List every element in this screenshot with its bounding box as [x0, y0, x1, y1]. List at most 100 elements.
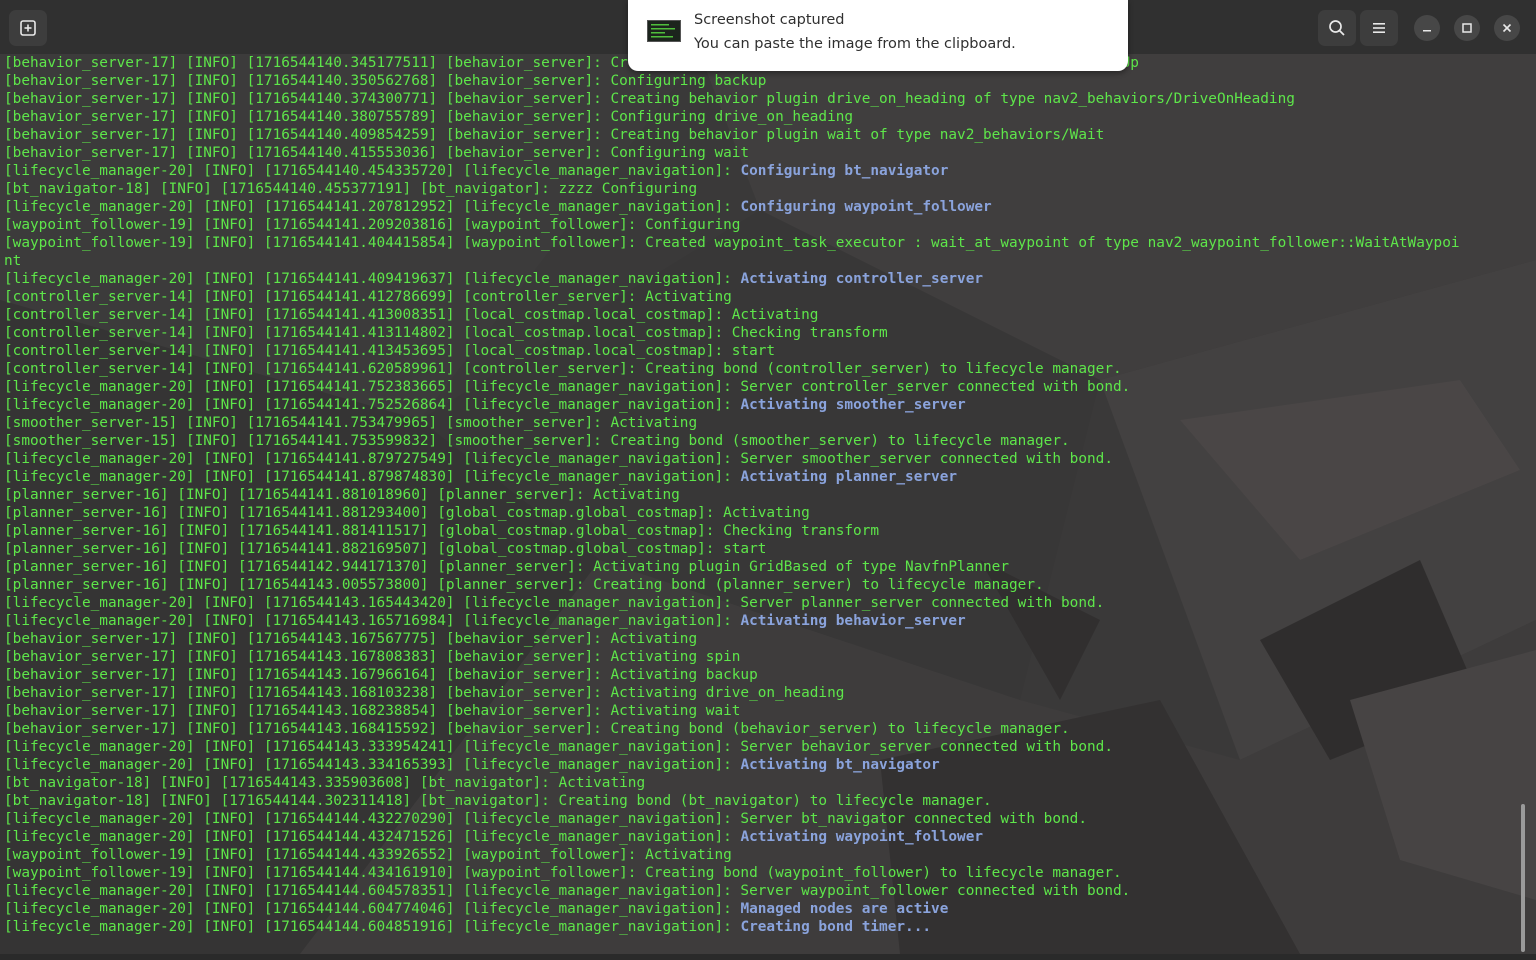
log-line-text: [behavior_server-17] [INFO] [1716544143.… [4, 703, 741, 719]
terminal-window: [behavior_server-17] [INFO] [1716544140.… [0, 0, 1536, 960]
log-line: [planner_server-16] [INFO] [1716544141.8… [4, 504, 1524, 522]
log-line-text: [planner_server-16] [INFO] [1716544141.8… [4, 523, 880, 539]
close-icon [1502, 23, 1512, 33]
menu-button[interactable] [1360, 10, 1398, 46]
log-line: [lifecycle_manager-20] [INFO] [171654414… [4, 882, 1524, 900]
log-line: [bt_navigator-18] [INFO] [1716544144.302… [4, 792, 1524, 810]
log-line-text: [lifecycle_manager-20] [INFO] [171654414… [4, 595, 1105, 611]
log-line: [lifecycle_manager-20] [INFO] [171654414… [4, 396, 1524, 414]
log-line-text: [behavior_server-17] [INFO] [1716544143.… [4, 631, 698, 647]
log-line: [planner_server-16] [INFO] [1716544143.0… [4, 576, 1524, 594]
log-line: [behavior_server-17] [INFO] [1716544140.… [4, 108, 1524, 126]
log-line: [planner_server-16] [INFO] [1716544141.8… [4, 522, 1524, 540]
log-line: [controller_server-14] [INFO] [171654414… [4, 342, 1524, 360]
notification-body: You can paste the image from the clipboa… [694, 36, 1016, 52]
log-line-text: [behavior_server-17] [INFO] [1716544143.… [4, 649, 741, 665]
log-line-highlight: Configuring waypoint_follower [740, 199, 992, 215]
log-line-text: [planner_server-16] [INFO] [1716544141.8… [4, 487, 680, 503]
log-line: [bt_navigator-18] [INFO] [1716544140.455… [4, 180, 1524, 198]
close-button[interactable] [1494, 15, 1520, 41]
log-line-highlight: Activating behavior_server [740, 613, 966, 629]
log-line: [behavior_server-17] [INFO] [1716544143.… [4, 630, 1524, 648]
log-line: [waypoint_follower-19] [INFO] [171654414… [4, 216, 1524, 234]
log-line-text: [waypoint_follower-19] [INFO] [171654414… [4, 865, 1122, 881]
maximize-button[interactable] [1454, 15, 1480, 41]
maximize-icon [1462, 23, 1472, 33]
log-line-text: [controller_server-14] [INFO] [171654414… [4, 343, 776, 359]
screenshot-notification[interactable]: Screenshot captured You can paste the im… [628, 0, 1128, 71]
log-line: [behavior_server-17] [INFO] [1716544143.… [4, 720, 1524, 738]
search-icon [1329, 20, 1345, 36]
log-line: [controller_server-14] [INFO] [171654414… [4, 288, 1524, 306]
log-line: [behavior_server-17] [INFO] [1716544143.… [4, 684, 1524, 702]
log-line: [waypoint_follower-19] [INFO] [171654414… [4, 846, 1524, 864]
log-line-text: [lifecycle_manager-20] [INFO] [171654414… [4, 883, 1131, 899]
log-line: [lifecycle_manager-20] [INFO] [171654414… [4, 900, 1524, 918]
log-line-text: [planner_server-16] [INFO] [1716544141.8… [4, 541, 767, 557]
log-line-text: [lifecycle_manager-20] [INFO] [171654414… [4, 919, 741, 935]
log-line: [waypoint_follower-19] [INFO] [171654414… [4, 234, 1524, 252]
log-line: [lifecycle_manager-20] [INFO] [171654414… [4, 198, 1524, 216]
log-line: [waypoint_follower-19] [INFO] [171654414… [4, 864, 1524, 882]
log-line: [lifecycle_manager-20] [INFO] [171654414… [4, 162, 1524, 180]
log-line-text: nt [4, 253, 22, 269]
new-tab-button[interactable] [9, 10, 47, 46]
log-line: [controller_server-14] [INFO] [171654414… [4, 360, 1524, 378]
log-line-text: [bt_navigator-18] [INFO] [1716544143.335… [4, 775, 646, 791]
log-line: [lifecycle_manager-20] [INFO] [171654414… [4, 594, 1524, 612]
log-line-text: [lifecycle_manager-20] [INFO] [171654414… [4, 901, 741, 917]
log-line: [lifecycle_manager-20] [INFO] [171654414… [4, 270, 1524, 288]
log-line-text: [controller_server-14] [INFO] [171654414… [4, 289, 732, 305]
log-line: [lifecycle_manager-20] [INFO] [171654414… [4, 738, 1524, 756]
log-line-highlight: Activating waypoint_follower [740, 829, 984, 845]
log-line-text: [controller_server-14] [INFO] [171654414… [4, 325, 888, 341]
log-line-text: [bt_navigator-18] [INFO] [1716544140.455… [4, 181, 698, 197]
hamburger-menu-icon [1373, 23, 1385, 33]
log-line-highlight: Activating smoother_server [740, 397, 966, 413]
log-line-text: [behavior_server-17] [INFO] [1716544140.… [4, 91, 1295, 107]
log-line-text: [controller_server-14] [INFO] [171654414… [4, 361, 1122, 377]
log-line-text: [bt_navigator-18] [INFO] [1716544144.302… [4, 793, 992, 809]
log-line: [lifecycle_manager-20] [INFO] [171654414… [4, 378, 1524, 396]
search-button[interactable] [1318, 10, 1356, 46]
log-line: [planner_server-16] [INFO] [1716544141.8… [4, 486, 1524, 504]
log-line-text: [behavior_server-17] [INFO] [1716544143.… [4, 667, 758, 683]
log-line-text: [behavior_server-17] [INFO] [1716544143.… [4, 721, 1070, 737]
log-line-text: [lifecycle_manager-20] [INFO] [171654414… [4, 757, 741, 773]
log-line: [behavior_server-17] [INFO] [1716544140.… [4, 90, 1524, 108]
log-line: [planner_server-16] [INFO] [1716544142.9… [4, 558, 1524, 576]
log-line-text: [waypoint_follower-19] [INFO] [171654414… [4, 847, 732, 863]
log-line-text: [behavior_server-17] [INFO] [1716544140.… [4, 127, 1105, 143]
log-line-highlight: Activating bt_navigator [740, 757, 940, 773]
log-line-highlight: Activating controller_server [740, 271, 984, 287]
log-line: [lifecycle_manager-20] [INFO] [171654414… [4, 918, 1524, 936]
log-line-text: [planner_server-16] [INFO] [1716544143.0… [4, 577, 1044, 593]
log-line-text: [behavior_server-17] [INFO] [1716544143.… [4, 685, 845, 701]
log-line: [behavior_server-17] [INFO] [1716544143.… [4, 702, 1524, 720]
log-line-text: [controller_server-14] [INFO] [171654414… [4, 307, 819, 323]
log-line: [lifecycle_manager-20] [INFO] [171654414… [4, 612, 1524, 630]
notification-title: Screenshot captured [694, 12, 845, 28]
log-line: [lifecycle_manager-20] [INFO] [171654414… [4, 810, 1524, 828]
log-line-text: [waypoint_follower-19] [INFO] [171654414… [4, 217, 741, 233]
log-line: [behavior_server-17] [INFO] [1716544143.… [4, 666, 1524, 684]
log-line: [smoother_server-15] [INFO] [1716544141.… [4, 432, 1524, 450]
log-line: [behavior_server-17] [INFO] [1716544140.… [4, 144, 1524, 162]
log-line-text: [smoother_server-15] [INFO] [1716544141.… [4, 415, 698, 431]
log-line-text: [lifecycle_manager-20] [INFO] [171654414… [4, 397, 741, 413]
log-line: [behavior_server-17] [INFO] [1716544140.… [4, 72, 1524, 90]
minimize-button[interactable] [1414, 15, 1440, 41]
log-line-text: [waypoint_follower-19] [INFO] [171654414… [4, 235, 1460, 251]
log-line: [smoother_server-15] [INFO] [1716544141.… [4, 414, 1524, 432]
log-line: [behavior_server-17] [INFO] [1716544140.… [4, 126, 1524, 144]
log-line: [controller_server-14] [INFO] [171654414… [4, 324, 1524, 342]
minimize-icon [1423, 30, 1431, 32]
log-line-highlight: Activating planner_server [740, 469, 958, 485]
log-line-text: [behavior_server-17] [INFO] [1716544140.… [4, 73, 767, 89]
screenshot-thumbnail-icon [647, 20, 681, 42]
terminal-scrollbar[interactable] [1521, 804, 1525, 952]
log-line: [lifecycle_manager-20] [INFO] [171654414… [4, 468, 1524, 486]
log-line-text: [lifecycle_manager-20] [INFO] [171654414… [4, 163, 741, 179]
log-line: [controller_server-14] [INFO] [171654414… [4, 306, 1524, 324]
terminal-output[interactable]: [behavior_server-17] [INFO] [1716544140.… [4, 54, 1524, 954]
